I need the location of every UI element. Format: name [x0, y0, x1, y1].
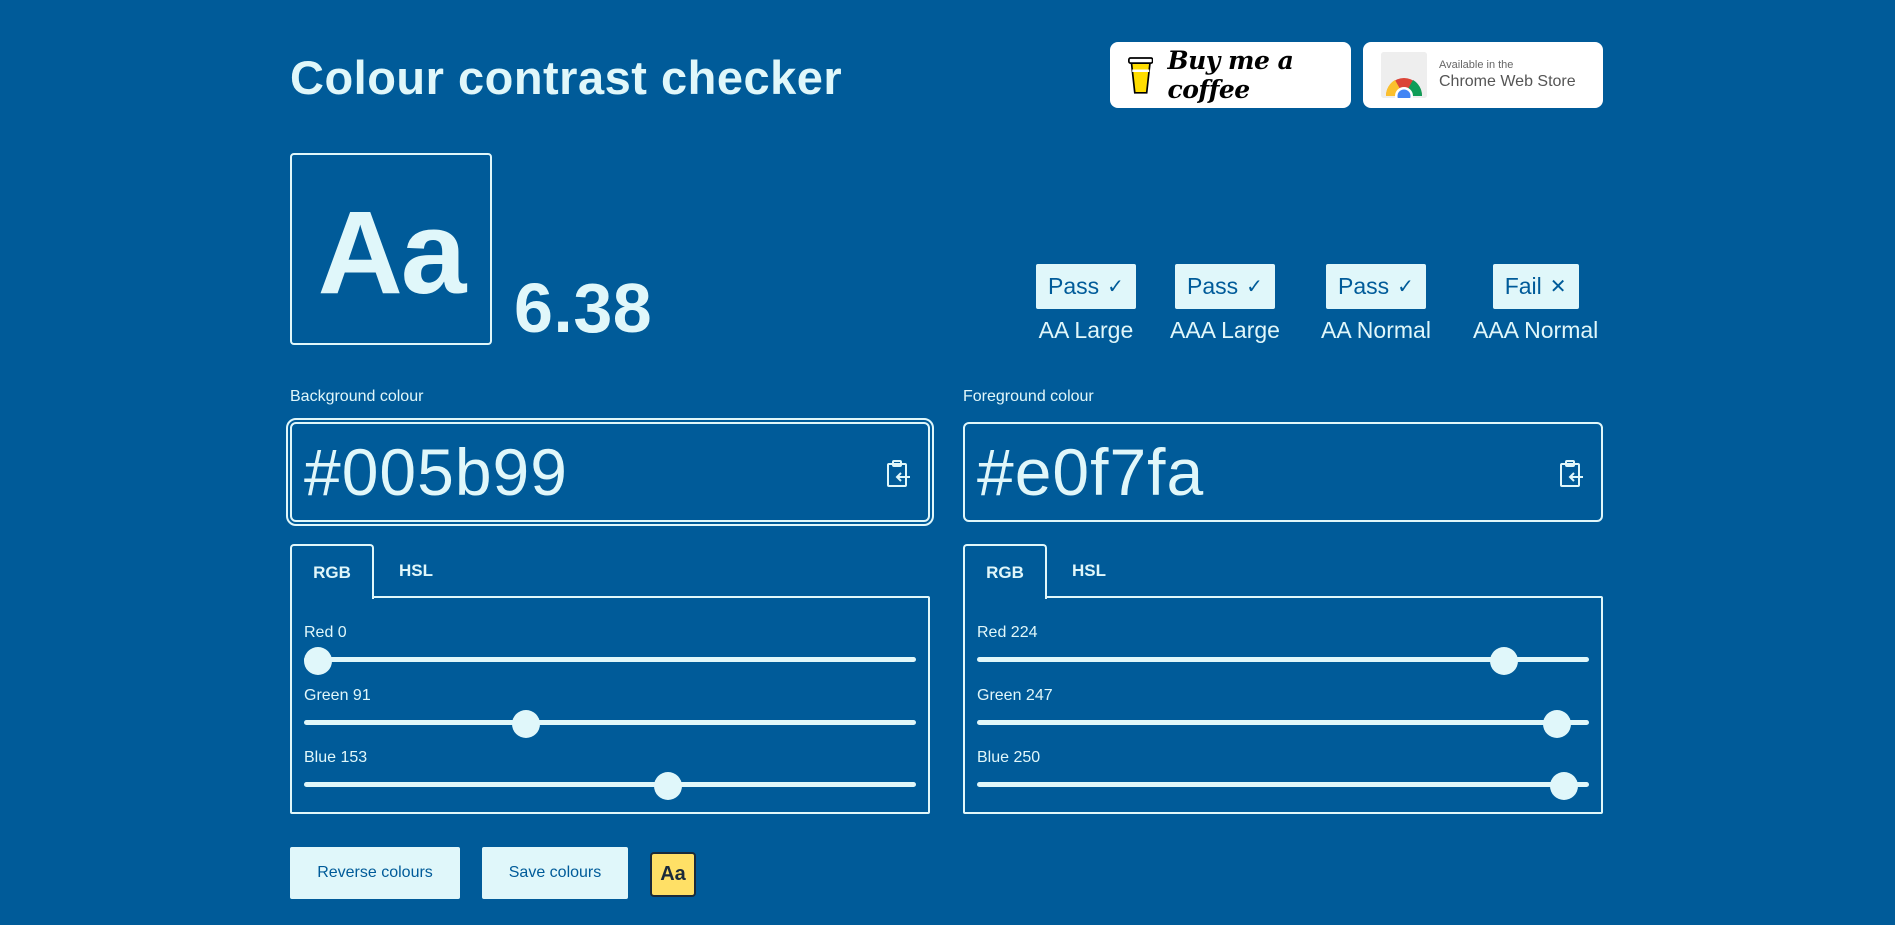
slider-thumb[interactable] — [304, 647, 332, 675]
slider-label: Red 0 — [304, 624, 347, 641]
slider-label: Green 91 — [304, 687, 371, 704]
background-colour-label: Background colour — [290, 388, 424, 405]
red-slider[interactable]: Red 224 — [977, 624, 1589, 675]
contrast-preview: Aa — [290, 153, 492, 345]
slider-track[interactable] — [977, 720, 1589, 725]
chrome-web-store-button[interactable]: Available in the Chrome Web Store — [1363, 42, 1603, 108]
blue-slider[interactable]: Blue 153 — [304, 749, 916, 800]
coffee-cup-icon — [1128, 57, 1154, 94]
background-colour-value: #005b99 — [304, 435, 568, 509]
paste-clipboard-icon[interactable] — [1559, 460, 1585, 488]
status-badge: Pass ✓ — [1036, 264, 1136, 309]
result-aa-large: Pass ✓ AA Large — [1036, 264, 1136, 344]
slider-thumb[interactable] — [654, 772, 683, 800]
page: Colour contrast checker Buy me a coffee … — [286, 0, 1603, 925]
foreground-colour-label: Foreground colour — [963, 388, 1094, 405]
contrast-ratio: 6.38 — [514, 269, 653, 347]
red-slider[interactable]: Red 0 — [304, 624, 916, 675]
reverse-colours-button[interactable]: Reverse colours — [290, 847, 460, 899]
result-label: AAA Normal — [1473, 317, 1599, 343]
background-colour-tabs: RGB HSL Red 0 Green 91 Blue 153 — [290, 544, 930, 814]
result-aaa-large: Pass ✓ AAA Large — [1170, 264, 1280, 344]
slider-label: Green 247 — [977, 687, 1053, 704]
status-badge: Fail ✕ — [1492, 264, 1579, 309]
tab-hsl[interactable]: HSL — [374, 544, 458, 598]
cross-icon: ✕ — [1549, 276, 1567, 298]
status-badge: Pass ✓ — [1175, 264, 1275, 309]
chrome-store-big-text: Chrome Web Store — [1439, 73, 1576, 90]
check-icon: ✓ — [1246, 276, 1263, 298]
slider-thumb[interactable] — [1490, 647, 1518, 675]
chrome-icon — [1381, 52, 1427, 98]
result-label: AA Normal — [1321, 317, 1431, 343]
rgb-panel: Red 224 Green 247 Blue 250 — [963, 596, 1603, 814]
buy-me-a-coffee-label: Buy me a coffee — [1167, 46, 1294, 104]
green-slider[interactable]: Green 91 — [304, 687, 916, 738]
foreground-colour-tabs: RGB HSL Red 224 Green 247 Blue 250 — [963, 544, 1603, 814]
check-icon: ✓ — [1107, 276, 1124, 298]
slider-track[interactable] — [304, 782, 916, 787]
green-slider[interactable]: Green 247 — [977, 687, 1589, 738]
status-text: Pass — [1048, 273, 1100, 299]
rgb-panel: Red 0 Green 91 Blue 153 — [290, 596, 930, 814]
check-icon: ✓ — [1397, 276, 1414, 298]
slider-label: Blue 153 — [304, 749, 368, 766]
foreground-colour-input[interactable]: #e0f7fa — [963, 422, 1603, 522]
buy-me-a-coffee-button[interactable]: Buy me a coffee — [1110, 42, 1351, 108]
slider-track[interactable] — [977, 782, 1589, 787]
foreground-colour-value: #e0f7fa — [977, 435, 1205, 509]
status-badge: Pass ✓ — [1326, 264, 1426, 309]
chrome-store-small-text: Available in the — [1439, 59, 1514, 71]
tab-hsl[interactable]: HSL — [1047, 544, 1131, 598]
background-colour-input[interactable]: #005b99 — [286, 418, 934, 526]
text-preview-button[interactable]: Aa — [650, 852, 696, 897]
page-title: Colour contrast checker — [290, 51, 843, 104]
result-aa-normal: Pass ✓ AA Normal — [1321, 264, 1431, 344]
slider-thumb[interactable] — [1549, 772, 1578, 800]
status-text: Pass — [1338, 273, 1390, 299]
paste-clipboard-icon[interactable] — [886, 460, 912, 488]
slider-label: Blue 250 — [977, 749, 1041, 766]
result-label: AA Large — [1038, 317, 1134, 343]
slider-track[interactable] — [304, 720, 916, 725]
slider-thumb[interactable] — [512, 710, 541, 738]
tab-rgb[interactable]: RGB — [963, 544, 1047, 599]
save-colours-button[interactable]: Save colours — [482, 847, 628, 899]
tab-rgb[interactable]: RGB — [290, 544, 374, 599]
status-text: Pass — [1187, 273, 1239, 299]
status-text: Fail — [1504, 273, 1542, 299]
slider-track[interactable] — [304, 657, 916, 662]
slider-label: Red 224 — [977, 624, 1038, 641]
result-label: AAA Large — [1170, 317, 1280, 343]
slider-thumb[interactable] — [1542, 710, 1571, 738]
result-aaa-normal: Fail ✕ AAA Normal — [1473, 264, 1598, 344]
blue-slider[interactable]: Blue 250 — [977, 749, 1589, 800]
